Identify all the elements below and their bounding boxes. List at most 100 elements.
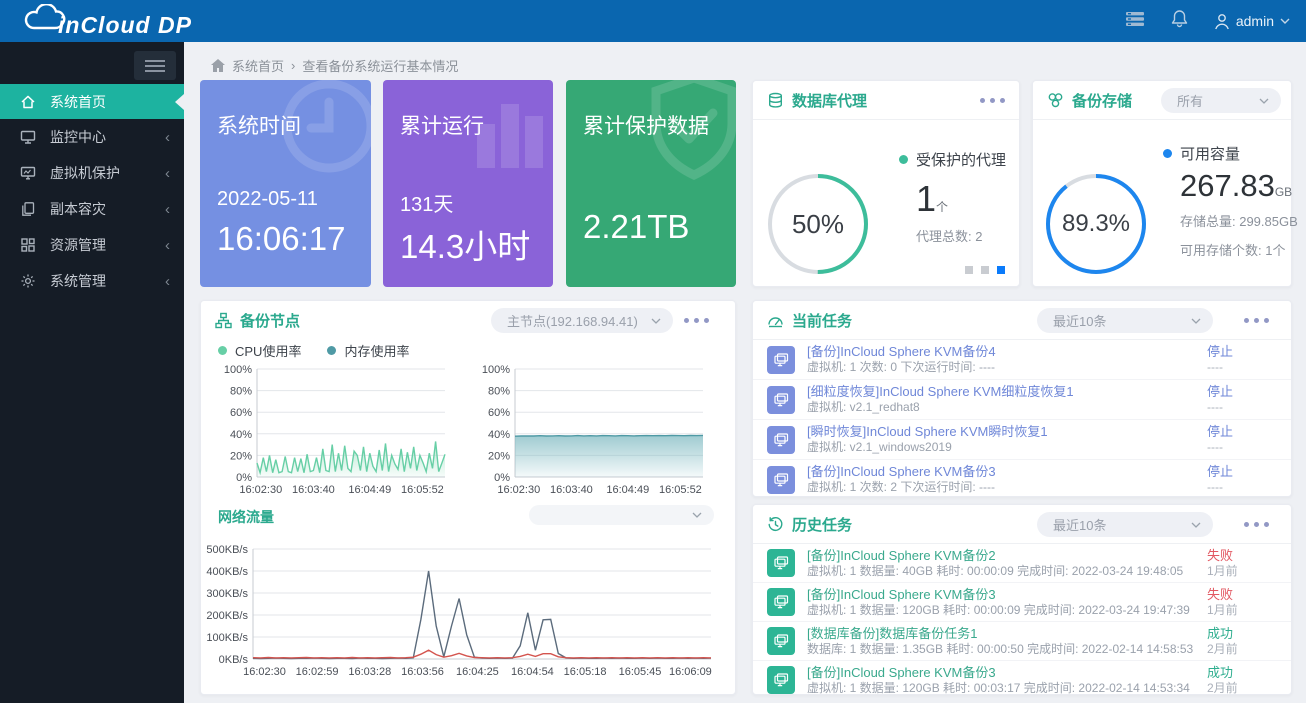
network-filter-dropdown[interactable] <box>529 505 714 525</box>
user-menu[interactable]: admin <box>1214 13 1290 30</box>
breadcrumb-separator: › <box>291 58 295 73</box>
svg-text:100%: 100% <box>224 364 252 376</box>
database-icon <box>767 92 784 109</box>
svg-text:0KB/s: 0KB/s <box>219 654 249 666</box>
bell-icon[interactable] <box>1171 9 1188 33</box>
more-menu-icon[interactable] <box>980 98 1005 103</box>
task-row[interactable]: [数据库备份]数据库备份任务1 数据库: 1 数据量: 1.35GB 耗时: 0… <box>753 622 1291 661</box>
sidebar-item-home[interactable]: 系统首页 <box>0 84 184 119</box>
task-title[interactable]: [备份]InCloud Sphere KVM备份3 <box>807 665 1207 681</box>
task-row[interactable]: [备份]InCloud Sphere KVM备份3 虚拟机: 1 数据量: 12… <box>753 583 1291 622</box>
storage-value: 267.83 <box>1180 168 1275 203</box>
task-sub: ---- <box>1207 440 1277 455</box>
sidebar-item-resources[interactable]: 资源管理 ‹ <box>0 227 184 263</box>
task-title[interactable]: [瞬时恢复]InCloud Sphere KVM瞬时恢复1 <box>807 424 1207 440</box>
legend-dot-cpu <box>218 346 227 355</box>
card-value-data: 2.21TB <box>583 208 689 246</box>
db-agent-unit: 个 <box>936 200 948 214</box>
svg-text:16:05:18: 16:05:18 <box>564 666 607 678</box>
server-list-icon[interactable] <box>1125 10 1145 33</box>
task-row[interactable]: [备份]InCloud Sphere KVM备份4 虚拟机: 1 次数: 0 下… <box>753 340 1291 380</box>
sidebar-item-label: 监控中心 <box>50 127 165 147</box>
sidebar-item-system[interactable]: 系统管理 ‹ <box>0 263 184 299</box>
sidebar-item-label: 虚拟机保护 <box>50 163 165 183</box>
sidebar-item-monitor[interactable]: 监控中心 ‹ <box>0 119 184 155</box>
svg-text:16:05:45: 16:05:45 <box>619 666 662 678</box>
top-bar: inCloud DP admin <box>0 0 1306 42</box>
svg-text:60%: 60% <box>230 407 252 419</box>
task-detail: 虚拟机: 1 数据量: 120GB 耗时: 00:03:17 完成时间: 202… <box>807 681 1207 696</box>
svg-text:16:03:40: 16:03:40 <box>292 484 335 496</box>
vm-monitor-icon <box>767 466 795 494</box>
panel-title: 备份存储 <box>1072 90 1132 111</box>
stop-button[interactable]: 停止 <box>1207 384 1277 400</box>
chevron-down-icon <box>651 318 661 324</box>
current-task-list: [备份]InCloud Sphere KVM备份4 虚拟机: 1 次数: 0 下… <box>753 340 1291 499</box>
svg-text:16:05:52: 16:05:52 <box>659 484 702 496</box>
svg-text:0%: 0% <box>494 472 510 484</box>
vm-monitor-icon <box>767 588 795 616</box>
gear-icon <box>20 273 37 289</box>
svg-text:16:04:49: 16:04:49 <box>606 484 649 496</box>
more-menu-icon[interactable] <box>1244 522 1269 527</box>
panel-title: 数据库代理 <box>792 90 867 111</box>
db-agent-donut: 50% <box>763 169 873 279</box>
task-row[interactable]: [备份]InCloud Sphere KVM备份3 虚拟机: 1 数据量: 12… <box>753 661 1291 699</box>
task-title[interactable]: [备份]InCloud Sphere KVM备份2 <box>807 548 1207 564</box>
sidebar: 系统首页 监控中心 ‹ 虚拟机保护 ‹ 副本容灾 ‹ <box>0 42 184 703</box>
chevron-left-icon: ‹ <box>165 273 170 290</box>
current-tasks-dropdown[interactable]: 最近10条 <box>1037 308 1213 333</box>
sidebar-item-label: 系统管理 <box>50 271 165 291</box>
task-row[interactable]: [备份]InCloud Sphere KVM备份3 虚拟机: 1 次数: 2 下… <box>753 460 1291 499</box>
vm-monitor-icon <box>767 386 795 414</box>
storage-donut: 89.3% <box>1041 169 1151 279</box>
task-title[interactable]: [细粒度恢复]InCloud Sphere KVM细粒度恢复1 <box>807 384 1207 400</box>
task-row[interactable]: [瞬时恢复]InCloud Sphere KVM瞬时恢复1 虚拟机: v2.1_… <box>753 420 1291 460</box>
more-menu-icon[interactable] <box>1244 318 1269 323</box>
copy-document-icon <box>20 201 37 217</box>
backup-node-panel: 备份节点 主节点(192.168.94.41) CPU使用率 内存使用率 0%2… <box>200 300 736 695</box>
task-title[interactable]: [备份]InCloud Sphere KVM备份3 <box>807 464 1207 480</box>
monitor-icon <box>20 129 37 145</box>
svg-text:60%: 60% <box>488 407 510 419</box>
sidebar-item-vm-protect[interactable]: 虚拟机保护 ‹ <box>0 155 184 191</box>
svg-text:500KB/s: 500KB/s <box>206 544 248 556</box>
svg-text:16:02:30: 16:02:30 <box>497 484 540 496</box>
home-icon <box>20 94 37 110</box>
pagination-dots[interactable] <box>965 266 1005 274</box>
user-icon <box>1214 13 1230 30</box>
network-traffic-chart: 0KB/s100KB/s200KB/s300KB/s400KB/s500KB/s… <box>201 527 721 695</box>
legend-dot <box>1163 149 1172 158</box>
task-row[interactable]: [细粒度恢复]InCloud Sphere KVM细粒度恢复1 虚拟机: v2.… <box>753 380 1291 420</box>
sidebar-item-label: 副本容灾 <box>50 199 165 219</box>
stop-button[interactable]: 停止 <box>1207 424 1277 440</box>
node-select-dropdown[interactable]: 主节点(192.168.94.41) <box>491 308 673 333</box>
stat-card-protected-data: 累计保护数据 2.21TB <box>566 80 736 287</box>
sidebar-item-replica[interactable]: 副本容灾 ‹ <box>0 191 184 227</box>
breadcrumb-home[interactable]: 系统首页 <box>232 56 284 75</box>
panel-title: 当前任务 <box>792 310 852 331</box>
stop-button[interactable]: 停止 <box>1207 464 1277 480</box>
task-title[interactable]: [备份]InCloud Sphere KVM备份4 <box>807 344 1207 360</box>
task-row[interactable]: [备份]InCloud Sphere KVM备份2 虚拟机: 1 数据量: 40… <box>753 544 1291 583</box>
storage-filter-dropdown[interactable]: 所有 <box>1161 88 1281 113</box>
svg-text:40%: 40% <box>230 429 252 441</box>
sidebar-item-label: 系统首页 <box>50 92 184 112</box>
db-agent-legend: 受保护的代理 <box>899 149 1006 170</box>
task-title[interactable]: [数据库备份]数据库备份任务1 <box>807 626 1207 642</box>
card-value-days: 131天 <box>400 188 453 217</box>
home-icon <box>211 59 225 72</box>
chevron-down-icon <box>692 512 702 518</box>
svg-text:16:02:30: 16:02:30 <box>243 666 286 678</box>
task-title[interactable]: [备份]InCloud Sphere KVM备份3 <box>807 587 1207 603</box>
task-sub: ---- <box>1207 360 1277 375</box>
history-tasks-dropdown[interactable]: 最近10条 <box>1037 512 1213 537</box>
card-value-date: 2022-05-11 <box>217 188 318 211</box>
card-value-time: 16:06:17 <box>217 220 345 258</box>
vm-monitor-icon <box>767 627 795 655</box>
svg-text:400KB/s: 400KB/s <box>206 566 248 578</box>
legend-dot-mem <box>327 346 336 355</box>
hamburger-icon[interactable] <box>134 51 176 80</box>
more-menu-icon[interactable] <box>684 318 709 323</box>
stop-button[interactable]: 停止 <box>1207 344 1277 360</box>
